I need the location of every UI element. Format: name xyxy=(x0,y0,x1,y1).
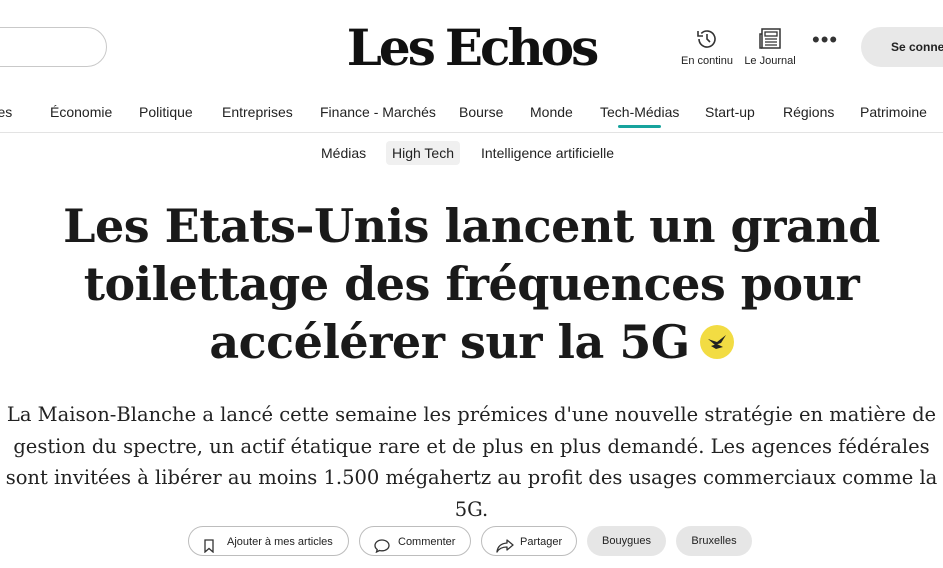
comment-bubble-icon xyxy=(374,535,390,565)
logo-part-2: Echos xyxy=(444,18,599,77)
bookmark-icon xyxy=(203,535,215,565)
bookmark-button[interactable]: Ajouter à mes articles xyxy=(188,526,349,556)
history-clock-icon xyxy=(674,27,740,53)
comment-label: Commenter xyxy=(398,536,456,548)
main-nav: Idées Économie Politique Entreprises Fin… xyxy=(0,94,943,133)
nav-item-tech-medias[interactable]: Tech-Médias xyxy=(600,104,679,128)
nav-item-bourse[interactable]: Bourse xyxy=(459,104,503,120)
subnav-item-intelligence-artificielle[interactable]: Intelligence artificielle xyxy=(475,141,620,165)
nav-item-patrimoine[interactable]: Patrimoine xyxy=(860,104,927,120)
nav-item-start-up[interactable]: Start-up xyxy=(705,104,755,120)
logo-part-1: Les xyxy=(346,18,436,77)
nav-item-regions[interactable]: Régions xyxy=(783,104,834,120)
article-actions: Ajouter à mes articles Commenter Partage… xyxy=(0,526,943,558)
tag-bruxelles[interactable]: Bruxelles xyxy=(676,526,752,556)
site-header: Les Echos En continu Le Journal ••• Se co… xyxy=(0,0,943,88)
le-journal-label: Le Journal xyxy=(744,55,796,67)
le-journal-button[interactable]: Le Journal xyxy=(738,27,802,67)
share-arrow-icon xyxy=(496,535,514,565)
article-title: Les Etats-Unis lancent un grand toiletta… xyxy=(0,197,943,371)
premium-bird-icon xyxy=(699,325,734,359)
newspaper-icon xyxy=(738,27,802,53)
nav-item-economie[interactable]: Économie xyxy=(50,104,112,120)
login-button[interactable]: Se conne xyxy=(861,27,943,67)
nav-item-politique[interactable]: Politique xyxy=(139,104,193,120)
nav-item-monde[interactable]: Monde xyxy=(530,104,573,120)
nav-item-idees[interactable]: Idées xyxy=(0,104,12,120)
bookmark-label: Ajouter à mes articles xyxy=(227,536,333,548)
share-button[interactable]: Partager xyxy=(481,526,577,556)
more-options-icon[interactable]: ••• xyxy=(812,29,838,51)
comment-button[interactable]: Commenter xyxy=(359,526,471,556)
subnav-item-medias[interactable]: Médias xyxy=(315,141,372,165)
article-lede: La Maison-Blanche a lancé cette semaine … xyxy=(5,403,938,521)
sub-nav: Médias High Tech Intelligence artificiel… xyxy=(0,141,943,167)
en-continu-label: En continu xyxy=(681,55,733,67)
nav-item-entreprises[interactable]: Entreprises xyxy=(222,104,293,120)
tag-bouygues[interactable]: Bouygues xyxy=(587,526,666,556)
nav-item-finance-marches[interactable]: Finance - Marchés xyxy=(320,104,436,120)
subnav-item-high-tech[interactable]: High Tech xyxy=(386,141,461,165)
share-label: Partager xyxy=(520,536,563,548)
en-continu-button[interactable]: En continu xyxy=(674,27,740,67)
article-title-text: Les Etats-Unis lancent un grand toiletta… xyxy=(63,199,880,369)
